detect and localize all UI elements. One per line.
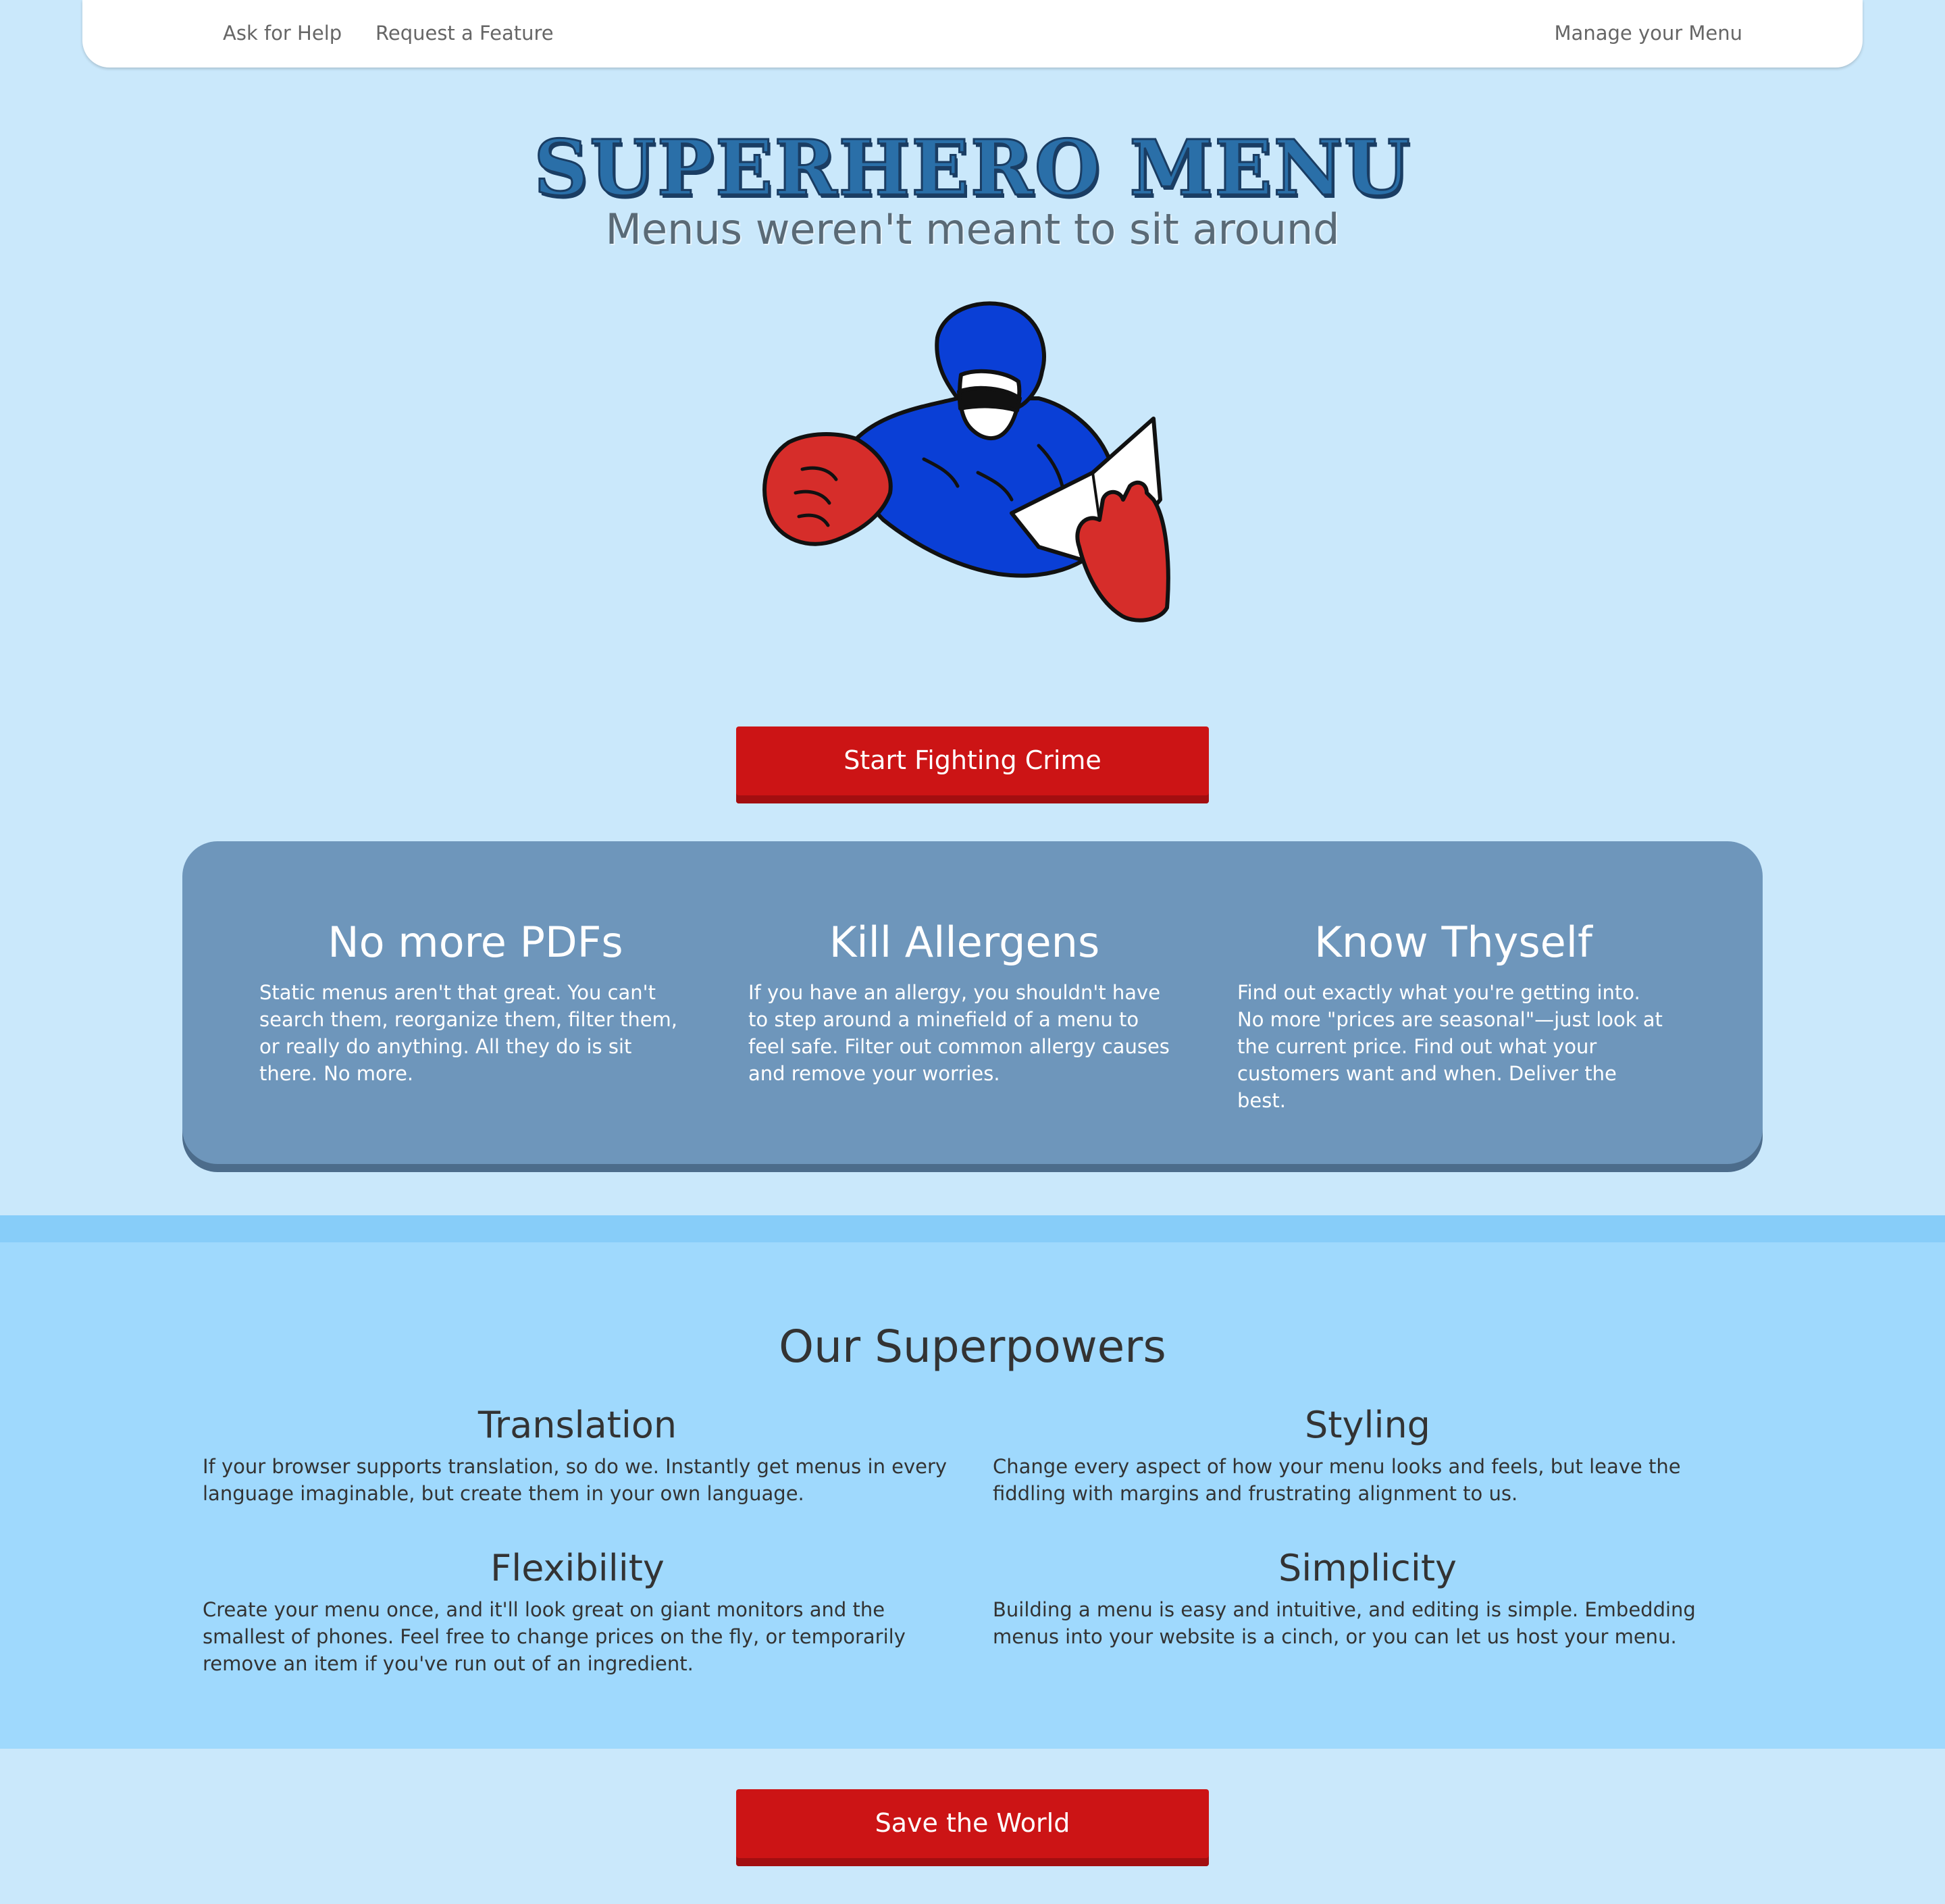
feature-title: Know Thyself xyxy=(1314,918,1592,967)
section-divider-stripe xyxy=(0,1215,1945,1242)
feature-text: Static menus aren't that great. You can'… xyxy=(259,981,678,1085)
power-translation: Translation If your browser supports tra… xyxy=(203,1402,952,1507)
power-text: Building a menu is easy and intuitive, a… xyxy=(993,1598,1696,1648)
power-title: Styling xyxy=(1305,1404,1430,1446)
power-title: Flexibility xyxy=(490,1547,665,1589)
nav-manage-menu[interactable]: Manage your Menu xyxy=(1555,22,1742,45)
nav-request-feature[interactable]: Request a Feature xyxy=(375,22,554,45)
feature-title: No more PDFs xyxy=(328,918,623,967)
start-fighting-crime-button[interactable]: Start Fighting Crime xyxy=(736,726,1209,803)
site-title: SUPERHERO MENU xyxy=(533,124,1411,214)
power-text: Change every aspect of how your menu loo… xyxy=(993,1455,1681,1505)
feature-kill-allergens: Kill Allergens If you have an allergy, y… xyxy=(748,916,1181,1087)
nav-ask-for-help[interactable]: Ask for Help xyxy=(223,22,342,45)
feature-no-more-pdfs: No more PDFs Static menus aren't that gr… xyxy=(259,916,692,1087)
feature-text: Find out exactly what you're getting int… xyxy=(1237,981,1663,1112)
feature-text: If you have an allergy, you shouldn't ha… xyxy=(748,981,1170,1085)
superpowers-section: Our Superpowers Translation If your brow… xyxy=(0,1242,1945,1749)
power-simplicity: Simplicity Building a menu is easy and i… xyxy=(993,1545,1742,1650)
power-title: Simplicity xyxy=(1278,1547,1457,1589)
save-the-world-button[interactable]: Save the World xyxy=(736,1789,1209,1866)
top-navbar: Ask for Help Request a Feature Manage yo… xyxy=(82,0,1863,68)
power-text: Create your menu once, and it'll look gr… xyxy=(203,1598,906,1675)
power-title: Translation xyxy=(477,1404,677,1446)
features-panel: No more PDFs Static menus aren't that gr… xyxy=(182,841,1763,1164)
feature-know-thyself: Know Thyself Find out exactly what you'r… xyxy=(1237,916,1669,1114)
feature-title: Kill Allergens xyxy=(829,918,1100,967)
power-styling: Styling Change every aspect of how your … xyxy=(993,1402,1742,1507)
site-tagline: Menus weren't meant to sit around xyxy=(605,205,1340,254)
power-flexibility: Flexibility Create your menu once, and i… xyxy=(203,1545,952,1677)
superhero-reading-menu-illustration xyxy=(755,297,1187,648)
power-text: If your browser supports translation, so… xyxy=(203,1455,948,1505)
superpowers-heading: Our Superpowers xyxy=(779,1321,1166,1373)
